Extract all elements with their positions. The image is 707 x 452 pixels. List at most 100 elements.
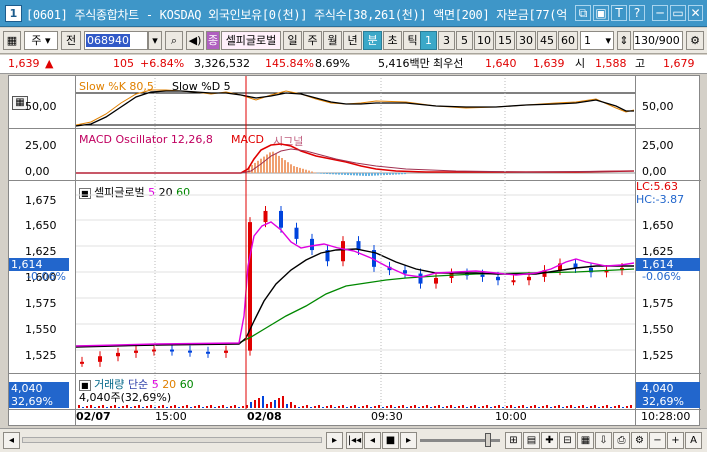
- zoom-out-icon[interactable]: −: [649, 432, 666, 449]
- font-size-icon[interactable]: A: [685, 432, 702, 449]
- macd-bar: [371, 173, 373, 176]
- prev-icon[interactable]: ◂: [364, 432, 381, 449]
- period-week[interactable]: 주: [303, 31, 322, 50]
- spin-icon[interactable]: ⇕: [617, 31, 631, 50]
- best-bid: 1,639: [533, 57, 565, 70]
- macd-bar: [398, 173, 400, 175]
- volume-bar: [466, 407, 468, 408]
- zoom-fit-icon[interactable]: ⊞: [505, 432, 522, 449]
- volume-bar: [190, 407, 192, 408]
- font-icon[interactable]: T: [611, 5, 627, 21]
- candle-body: [170, 349, 174, 352]
- grid-icon[interactable]: ▦: [3, 31, 21, 50]
- volume-bar: [218, 406, 220, 408]
- volume-bar: [626, 406, 628, 408]
- volume-bar: [138, 405, 140, 408]
- search-icon[interactable]: ⌕: [165, 31, 183, 50]
- macd-bar: [308, 170, 310, 173]
- minimize-button[interactable]: ─: [652, 5, 668, 21]
- macd-bar: [350, 173, 352, 176]
- first-page-icon[interactable]: |◂◂: [346, 432, 363, 449]
- layout-icon[interactable]: ▤: [523, 432, 540, 449]
- scroll-right-icon[interactable]: ▸: [326, 432, 343, 449]
- macd-bar: [353, 173, 355, 176]
- interval-30[interactable]: 30: [516, 31, 536, 50]
- code-dropdown-icon[interactable]: ▾: [148, 31, 162, 50]
- current-time-label: 10:28:00: [641, 410, 691, 423]
- interval-1[interactable]: 1: [420, 31, 437, 50]
- volume-bar: [334, 407, 336, 408]
- volume-bar: [306, 405, 308, 408]
- macd-bar: [389, 173, 391, 175]
- macd-bar: [302, 168, 304, 173]
- candle-body: [341, 241, 345, 262]
- period-year[interactable]: 년: [343, 31, 362, 50]
- sound-icon[interactable]: ◀): [186, 31, 204, 50]
- volume-bar: [118, 407, 120, 408]
- period-month[interactable]: 월: [323, 31, 342, 50]
- title-bar[interactable]: 1 [0601] 주식종합차트 - KOSDAQ 외국인보유[0(천)] 주식수…: [0, 0, 707, 27]
- interval-10[interactable]: 10: [474, 31, 494, 50]
- market-select[interactable]: 주 ▾: [24, 31, 58, 50]
- open-price: 1,588: [595, 57, 627, 70]
- close-button[interactable]: ✕: [688, 5, 703, 21]
- macd-bar: [299, 167, 301, 173]
- interval-45[interactable]: 45: [537, 31, 557, 50]
- period-minute[interactable]: 분: [363, 31, 382, 50]
- settings-icon[interactable]: ⚙: [631, 432, 648, 449]
- macd-bar: [263, 156, 265, 173]
- interval-5[interactable]: 5: [456, 31, 473, 50]
- speed-slider-thumb[interactable]: [485, 433, 491, 447]
- volume-bar: [610, 407, 612, 408]
- scrollbar-track[interactable]: [22, 437, 322, 443]
- candle-body: [294, 227, 299, 239]
- stock-name[interactable]: 셀피글로벌: [221, 31, 281, 50]
- macd-bar: [341, 173, 343, 175]
- period-day[interactable]: 일: [283, 31, 302, 50]
- volume-bar: [398, 406, 400, 408]
- stock-info-icon[interactable]: 종: [206, 31, 220, 50]
- volume-bar: [570, 405, 572, 408]
- next-icon[interactable]: ▸: [400, 432, 417, 449]
- volume-bar: [94, 407, 96, 408]
- volume-value: 3,326,532: [194, 57, 250, 70]
- volume-bar: [378, 405, 380, 408]
- count-input[interactable]: 130/900: [633, 31, 683, 50]
- print-icon[interactable]: ⎙: [613, 432, 630, 449]
- current-pct-left: -0.06%: [27, 270, 66, 283]
- zoom-in-icon[interactable]: +: [667, 432, 684, 449]
- type-toggle[interactable]: 전: [61, 31, 81, 50]
- unit-select[interactable]: 1 ▾: [580, 31, 614, 50]
- volume-bar: [226, 407, 228, 408]
- chart-settings-icon[interactable]: ⚙: [686, 31, 704, 50]
- interval-60[interactable]: 60: [558, 31, 578, 50]
- volume-bar: [114, 405, 116, 408]
- period-second[interactable]: 초: [383, 31, 402, 50]
- screen-icon[interactable]: ▣: [593, 5, 609, 21]
- macd-bar: [368, 173, 370, 176]
- volume-bar: [102, 405, 104, 408]
- crosshair-icon[interactable]: ✚: [541, 432, 558, 449]
- volume-bar: [130, 407, 132, 408]
- volume-bar: [390, 405, 392, 408]
- code-input[interactable]: 068940: [84, 31, 148, 50]
- help-icon[interactable]: ?: [629, 5, 645, 21]
- volume-bar: [558, 405, 560, 408]
- stop-icon[interactable]: ■: [382, 432, 399, 449]
- interval-3[interactable]: 3: [438, 31, 455, 50]
- volume-bar: [606, 405, 608, 408]
- volume-bar: [206, 406, 208, 408]
- grid-toggle-icon[interactable]: ▦: [577, 432, 594, 449]
- restore-icon[interactable]: ⧉: [575, 5, 591, 21]
- volume-bar: [630, 405, 632, 408]
- maximize-button[interactable]: ▭: [670, 5, 686, 21]
- export-icon[interactable]: ⇩: [595, 432, 612, 449]
- volume-bar: [270, 402, 272, 408]
- scroll-left-icon[interactable]: ◂: [3, 432, 20, 449]
- volume-bar: [474, 405, 476, 408]
- chart-type-icon[interactable]: ⊟: [559, 432, 576, 449]
- interval-15[interactable]: 15: [495, 31, 515, 50]
- volume-bar: [166, 407, 168, 408]
- right-tick-1525: 1,525: [642, 349, 674, 362]
- chart-area[interactable]: ▦ Slow %K 80,5 Slow %D 5 50,00 50,00 MAC…: [8, 75, 701, 426]
